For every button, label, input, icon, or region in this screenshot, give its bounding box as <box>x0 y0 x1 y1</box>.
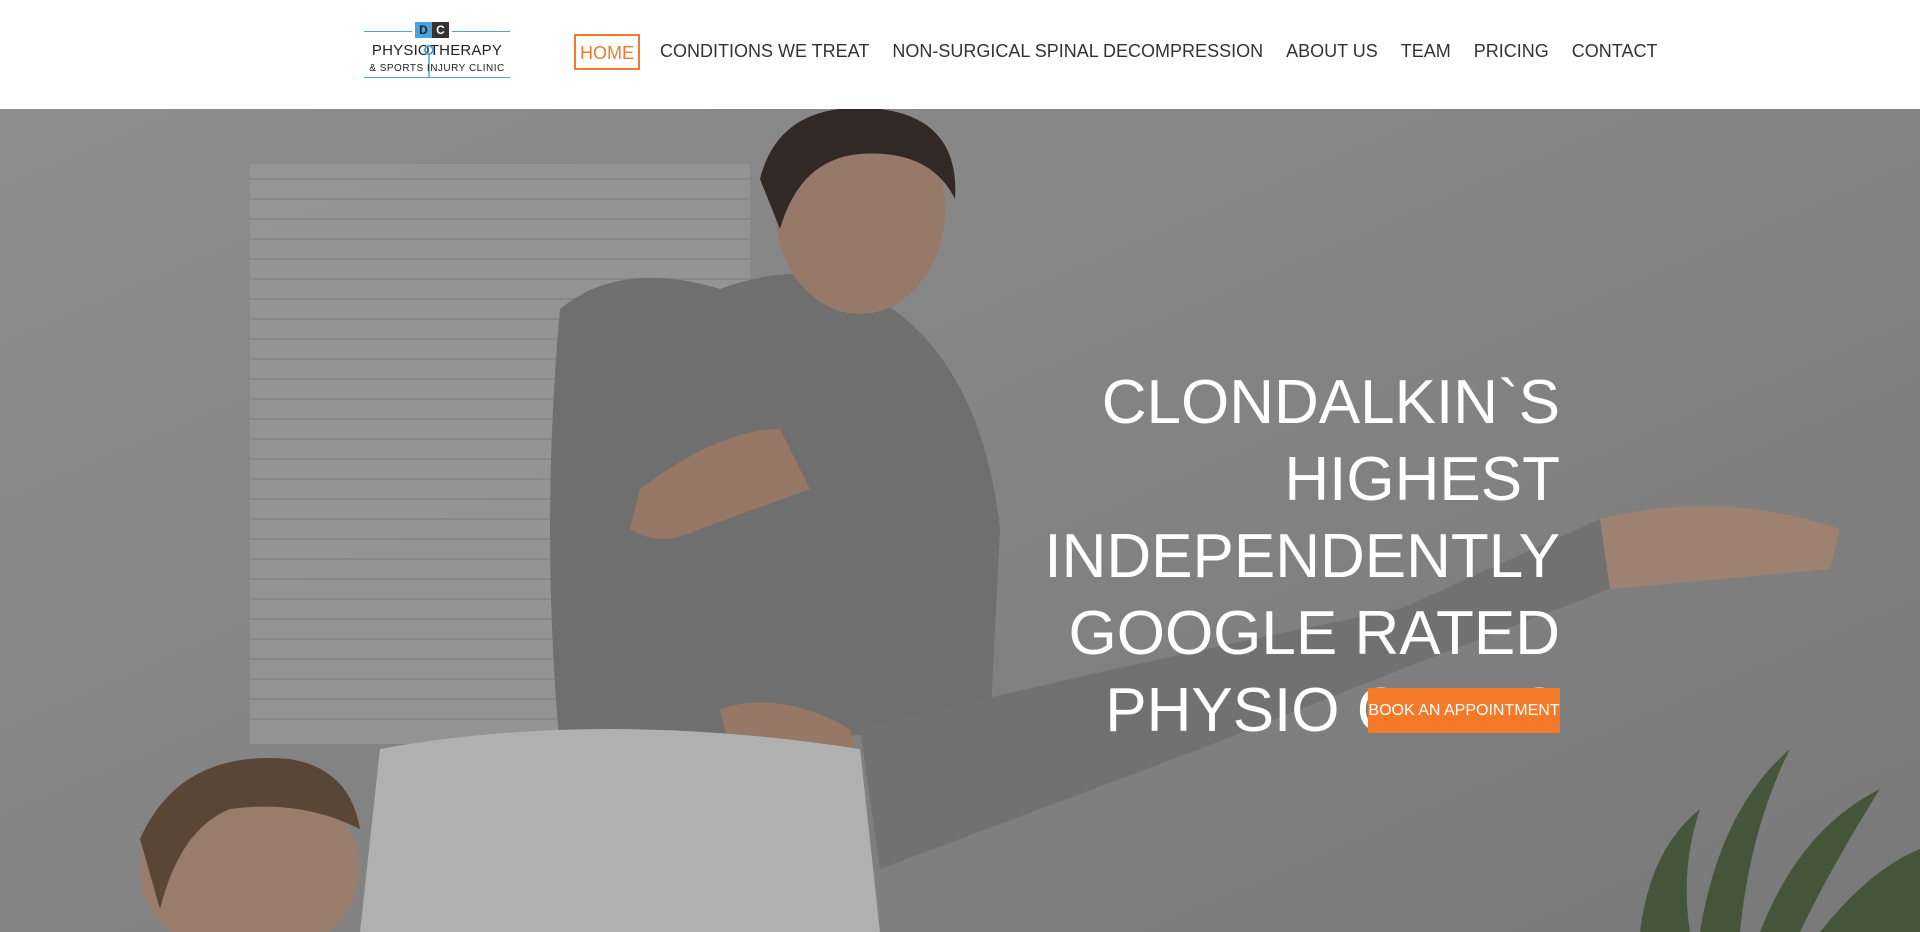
nav-item-home[interactable]: HOME <box>574 34 640 70</box>
pin-icon <box>424 45 434 78</box>
nav-item-about[interactable]: ABOUT US <box>1286 34 1378 70</box>
headline-line-1: CLONDALKIN`S <box>1101 368 1560 437</box>
nav-item-conditions[interactable]: CONDITIONS WE TREAT <box>660 34 869 70</box>
headline-line-4: GOOGLE RATED <box>1068 599 1561 668</box>
nav-item-team[interactable]: TEAM <box>1401 34 1451 70</box>
logo-divider <box>452 31 510 32</box>
logo-badge-d: D <box>415 22 432 38</box>
logo-subtitle: & SPORTS INJURY CLINIC <box>369 63 505 74</box>
logo-divider <box>364 77 510 78</box>
main-nav: HOME CONDITIONS WE TREAT NON-SURGICAL SP… <box>574 33 1680 71</box>
nav-item-spinal-decompression[interactable]: NON-SURGICAL SPINAL DECOMPRESSION <box>892 34 1263 70</box>
logo-badge: D C <box>415 22 449 38</box>
headline-line-2: HIGHEST <box>1284 445 1560 514</box>
headline-line-3: INDEPENDENTLY <box>1044 522 1560 591</box>
book-appointment-button[interactable]: BOOK AN APPOINTMENT <box>1368 688 1560 733</box>
logo-title: PHYSIOTHERAPY <box>371 42 503 59</box>
logo-divider <box>364 31 412 32</box>
logo-badge-c: C <box>432 22 449 38</box>
hero-section: CLONDALKIN`S HIGHEST INDEPENDENTLY GOOGL… <box>0 109 1920 932</box>
clinic-logo[interactable]: D C PHYSIOTHERAPY & SPORTS INJURY CLINIC <box>364 20 510 82</box>
nav-item-pricing[interactable]: PRICING <box>1474 34 1549 70</box>
hero-overlay <box>0 109 1920 932</box>
site-header: D C PHYSIOTHERAPY & SPORTS INJURY CLINIC… <box>0 0 1920 109</box>
nav-item-contact[interactable]: CONTACT <box>1572 34 1658 70</box>
